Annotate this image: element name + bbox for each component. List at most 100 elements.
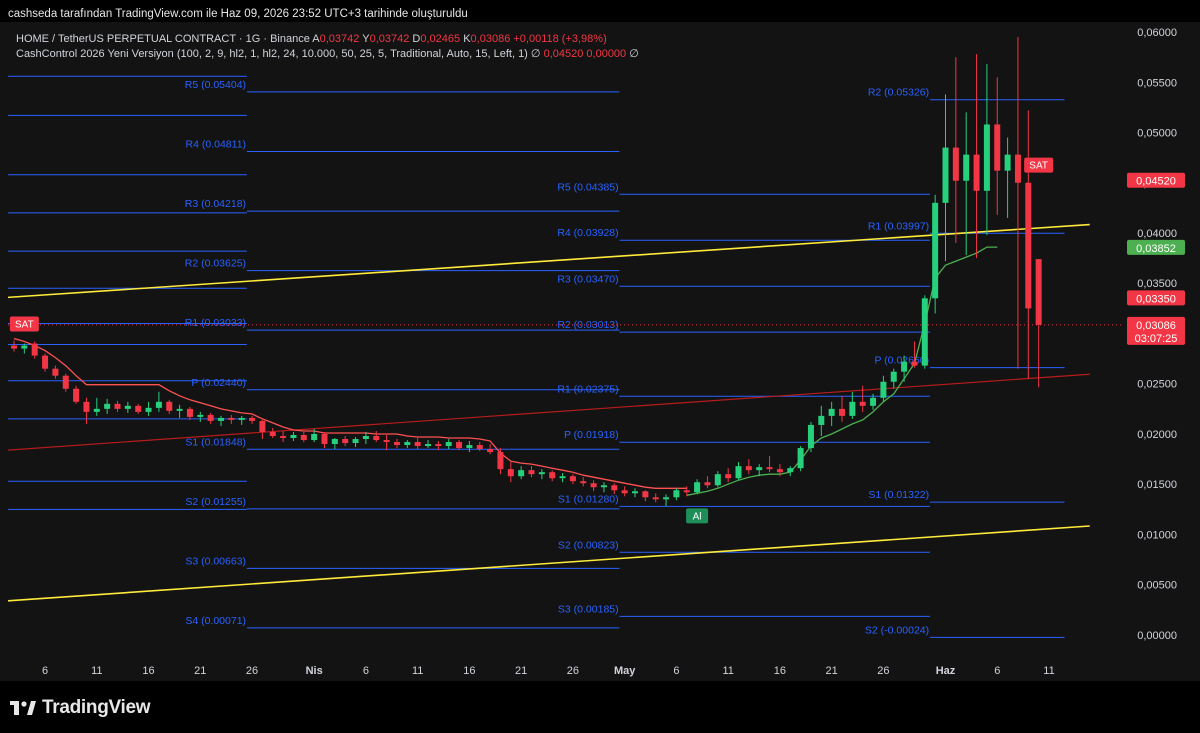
pivot-label: S1 (0.01848) [185, 436, 246, 448]
price-label-value: 0,03350 [1136, 293, 1176, 305]
footer-bar: TradingView [0, 681, 1200, 733]
x-tick-label: 11 [1043, 665, 1054, 677]
candle-body [663, 497, 670, 500]
candle-body [714, 474, 721, 486]
x-tick-label: 11 [91, 665, 102, 677]
candle-body [342, 439, 349, 444]
candle-body [507, 469, 514, 477]
x-tick-label: 6 [363, 665, 369, 677]
candle-body [518, 470, 525, 477]
candle-body [632, 491, 638, 494]
candle-body [880, 381, 887, 398]
candle-body [911, 361, 918, 366]
candle-body [466, 445, 473, 449]
candle-body [807, 424, 814, 449]
candle-body [476, 445, 483, 450]
candle-body [932, 202, 939, 299]
trailing-stop-up [686, 246, 998, 496]
candle-body [311, 433, 318, 441]
candle-body [362, 435, 369, 440]
candle-body [745, 466, 752, 471]
candle-body [93, 408, 100, 412]
candle-body [186, 408, 193, 417]
price-label-value: 0,03086 [1136, 320, 1176, 332]
candle-body [611, 485, 618, 491]
pivot-label: R5 (0.05404) [185, 79, 246, 91]
candle-body [549, 472, 556, 479]
pivot-label: S2 (0.01255) [185, 496, 246, 508]
tradingview-brand[interactable]: TradingView [10, 697, 151, 719]
pivot-label: R1 (0.02375) [557, 383, 618, 395]
candle-body [228, 417, 235, 420]
x-tick-label: Nis [306, 665, 323, 677]
candle-body [269, 431, 276, 436]
candle-body [104, 403, 111, 409]
candle-body [404, 442, 411, 446]
candle-body [642, 491, 649, 498]
candle-body [776, 469, 783, 473]
x-tick-label: 26 [567, 665, 579, 677]
x-tick-label: 16 [463, 665, 475, 677]
candle-body [870, 397, 877, 406]
candle-body [249, 417, 256, 421]
chart-panel[interactable]: R5 (0.05404) R4 (0.04811) R3 (0.04218) R2 (… [0, 22, 1200, 681]
candle-body [487, 449, 494, 453]
candle-body [73, 388, 80, 402]
y-tick-label: 0,01500 [1137, 479, 1177, 491]
candle-body [725, 474, 732, 479]
candle-body [497, 452, 504, 470]
candle-body [818, 415, 825, 425]
candle-body [973, 154, 980, 191]
candle-body [590, 483, 597, 488]
candle-body [21, 345, 28, 349]
candle-body [600, 485, 607, 488]
x-tick-label: 26 [246, 665, 258, 677]
trailing-stop-down [13, 337, 687, 489]
candle-body [166, 401, 173, 411]
x-tick-label: 26 [877, 665, 889, 677]
x-tick-label: 16 [142, 665, 154, 677]
candle-body [425, 444, 431, 447]
pivot-label: S3 (0.00663) [185, 555, 246, 567]
candle-body [652, 497, 659, 500]
candle-body [435, 444, 442, 447]
candle-body [445, 442, 452, 447]
candle-body [52, 368, 59, 376]
x-tick-label: May [614, 665, 636, 677]
candle-body [393, 442, 400, 446]
price-label-value: 0,03852 [1136, 243, 1176, 255]
pivot-label: R1 (0.03997) [868, 220, 929, 232]
candle-body [373, 435, 380, 441]
candle-body [797, 448, 804, 469]
candle-body [621, 490, 628, 494]
candle-body [331, 439, 338, 445]
candle-body [62, 375, 69, 389]
y-tick-label: 0,00000 [1137, 630, 1177, 642]
candle-body [994, 124, 1001, 171]
candle-body [197, 414, 204, 417]
y-tick-label: 0,05500 [1137, 77, 1177, 89]
candle-body [921, 298, 928, 366]
candle-body [952, 147, 959, 181]
candle-body [456, 442, 463, 449]
candle-body [83, 401, 90, 412]
candle-body [538, 472, 545, 475]
plot-area: R5 (0.05404) R4 (0.04811) R3 (0.04218) R2 (… [8, 37, 1124, 638]
candle-body [942, 147, 949, 203]
price-chart[interactable]: R5 (0.05404) R4 (0.04811) R3 (0.04218) R2 (… [0, 22, 1200, 681]
pivot-label: R2 (0.03625) [185, 258, 246, 270]
signal-sell-label: SAT [1029, 161, 1048, 172]
candle-body [42, 355, 49, 369]
attribution-text: cashseda tarafından TradingView.com ile … [8, 8, 468, 20]
x-tick-label: 11 [412, 665, 423, 677]
candle-body [683, 490, 690, 493]
candle-body [559, 476, 566, 479]
pivot-label: S2 (-0.00024) [865, 624, 929, 636]
candle-body [787, 468, 794, 473]
y-tick-label: 0,02000 [1137, 429, 1177, 441]
candle-body [290, 434, 297, 439]
x-tick-label: 6 [994, 665, 1000, 677]
candle-body [280, 435, 287, 439]
candle-body [1035, 259, 1042, 325]
candle-body [963, 154, 970, 181]
